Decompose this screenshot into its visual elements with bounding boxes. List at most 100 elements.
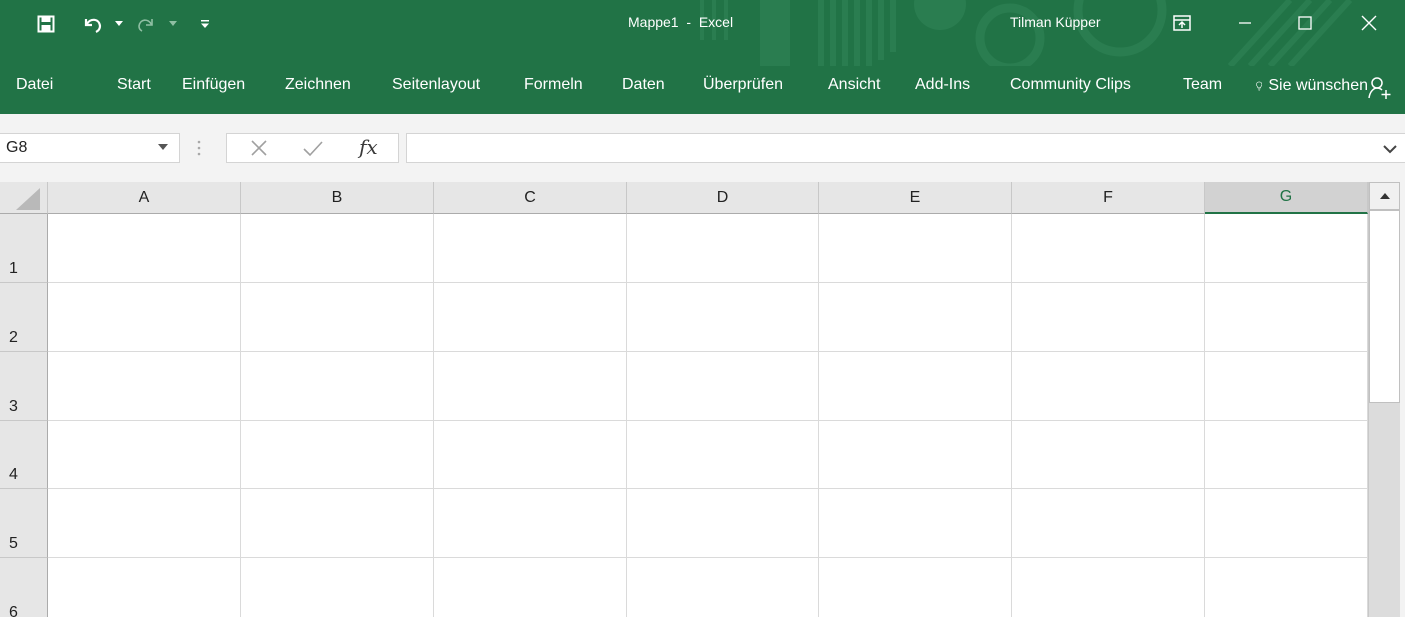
cell-d1[interactable] — [627, 214, 819, 283]
cell-e2[interactable] — [819, 283, 1012, 352]
cell-c3[interactable] — [434, 352, 627, 421]
tab-formeln[interactable]: Formeln — [524, 76, 583, 94]
column-header-f[interactable]: F — [1012, 182, 1205, 214]
cell-g6[interactable] — [1205, 558, 1368, 617]
cell-f6[interactable] — [1012, 558, 1205, 617]
tell-me-search[interactable]: Sie wünschen — [1256, 74, 1368, 98]
tab-community-clips[interactable]: Community Clips — [1010, 76, 1131, 94]
ribbon-display-options-icon — [1173, 15, 1191, 31]
cell-g4[interactable] — [1205, 421, 1368, 489]
cell-b2[interactable] — [241, 283, 434, 352]
close-icon — [1361, 15, 1377, 31]
share-button[interactable] — [1368, 76, 1398, 102]
row-number: 4 — [9, 466, 18, 483]
save-icon — [37, 15, 55, 33]
cell-d3[interactable] — [627, 352, 819, 421]
cell-a2[interactable] — [48, 283, 241, 352]
cell-e3[interactable] — [819, 352, 1012, 421]
maximize-button[interactable] — [1282, 10, 1328, 36]
expand-formula-bar-icon[interactable] — [1383, 144, 1397, 154]
row-header-2[interactable]: 2 — [0, 283, 48, 352]
tab-ueberpruefen[interactable]: Überprüfen — [703, 76, 783, 94]
cell-f1[interactable] — [1012, 214, 1205, 283]
customize-qat-button[interactable] — [198, 12, 212, 36]
cell-e6[interactable] — [819, 558, 1012, 617]
formula-input[interactable] — [406, 133, 1405, 163]
tab-add-ins[interactable]: Add-Ins — [915, 76, 970, 94]
row-header-5[interactable]: 5 — [0, 489, 48, 558]
row-header-1[interactable]: 1 — [0, 214, 48, 283]
cell-a6[interactable] — [48, 558, 241, 617]
cell-d5[interactable] — [627, 489, 819, 558]
cell-c5[interactable] — [434, 489, 627, 558]
cell-f5[interactable] — [1012, 489, 1205, 558]
vertical-scrollbar[interactable] — [1368, 182, 1405, 617]
cell-a3[interactable] — [48, 352, 241, 421]
check-icon[interactable] — [302, 138, 324, 158]
cell-c6[interactable] — [434, 558, 627, 617]
scroll-up-button[interactable] — [1369, 182, 1400, 210]
column-header-d[interactable]: D — [627, 182, 819, 214]
row-header-3[interactable]: 3 — [0, 352, 48, 421]
tab-seitenlayout[interactable]: Seitenlayout — [392, 76, 480, 94]
cell-d2[interactable] — [627, 283, 819, 352]
cell-e4[interactable] — [819, 421, 1012, 489]
row-number: 1 — [9, 260, 18, 277]
cell-b3[interactable] — [241, 352, 434, 421]
column-header-c[interactable]: C — [434, 182, 627, 214]
cell-b6[interactable] — [241, 558, 434, 617]
tab-team[interactable]: Team — [1183, 76, 1222, 94]
cell-a1[interactable] — [48, 214, 241, 283]
undo-dropdown-button[interactable] — [113, 12, 125, 36]
share-icon — [1368, 77, 1391, 99]
tab-zeichnen[interactable]: Zeichnen — [285, 76, 351, 94]
cell-g1[interactable] — [1205, 214, 1368, 283]
column-header-a[interactable]: A — [48, 182, 241, 214]
cell-d6[interactable] — [627, 558, 819, 617]
formula-bar-buttons: fx — [226, 133, 399, 163]
tab-ansicht[interactable]: Ansicht — [828, 76, 880, 94]
cell-g3[interactable] — [1205, 352, 1368, 421]
user-name[interactable]: Tilman Küpper — [1010, 14, 1101, 30]
column-header-g[interactable]: G — [1205, 182, 1368, 214]
close-button[interactable] — [1346, 10, 1392, 36]
redo-dropdown-button[interactable] — [167, 12, 179, 36]
name-box[interactable]: G8 — [0, 133, 180, 163]
minimize-button[interactable] — [1222, 10, 1268, 36]
cell-b5[interactable] — [241, 489, 434, 558]
ribbon-display-options-button[interactable] — [1167, 10, 1197, 36]
column-header-e[interactable]: E — [819, 182, 1012, 214]
cell-e5[interactable] — [819, 489, 1012, 558]
cell-c2[interactable] — [434, 283, 627, 352]
cell-a5[interactable] — [48, 489, 241, 558]
row-header-4[interactable]: 4 — [0, 421, 48, 489]
column-header-b[interactable]: B — [241, 182, 434, 214]
cell-c4[interactable] — [434, 421, 627, 489]
undo-button[interactable] — [80, 12, 106, 36]
cell-f3[interactable] — [1012, 352, 1205, 421]
tab-datei[interactable]: Datei — [16, 76, 53, 94]
chevron-down-icon[interactable] — [157, 142, 169, 152]
cell-b4[interactable] — [241, 421, 434, 489]
more-options-icon[interactable] — [196, 138, 202, 158]
insert-function-button[interactable]: fx — [359, 135, 378, 159]
cell-g2[interactable] — [1205, 283, 1368, 352]
tab-start[interactable]: Start — [117, 76, 151, 94]
cell-d4[interactable] — [627, 421, 819, 489]
save-button[interactable] — [34, 12, 58, 36]
worksheet-grid[interactable]: A B C D E F G 1 2 3 4 5 6 — [0, 182, 1368, 617]
cell-f2[interactable] — [1012, 283, 1205, 352]
tab-daten[interactable]: Daten — [622, 76, 665, 94]
cancel-icon[interactable] — [249, 138, 269, 158]
cell-b1[interactable] — [241, 214, 434, 283]
cell-c1[interactable] — [434, 214, 627, 283]
row-header-6[interactable]: 6 — [0, 558, 48, 617]
scroll-thumb[interactable] — [1369, 210, 1400, 403]
redo-button[interactable] — [135, 12, 157, 36]
cell-f4[interactable] — [1012, 421, 1205, 489]
select-all-button[interactable] — [0, 182, 48, 214]
tab-einfuegen[interactable]: Einfügen — [182, 76, 245, 94]
cell-g5[interactable] — [1205, 489, 1368, 558]
cell-e1[interactable] — [819, 214, 1012, 283]
cell-a4[interactable] — [48, 421, 241, 489]
